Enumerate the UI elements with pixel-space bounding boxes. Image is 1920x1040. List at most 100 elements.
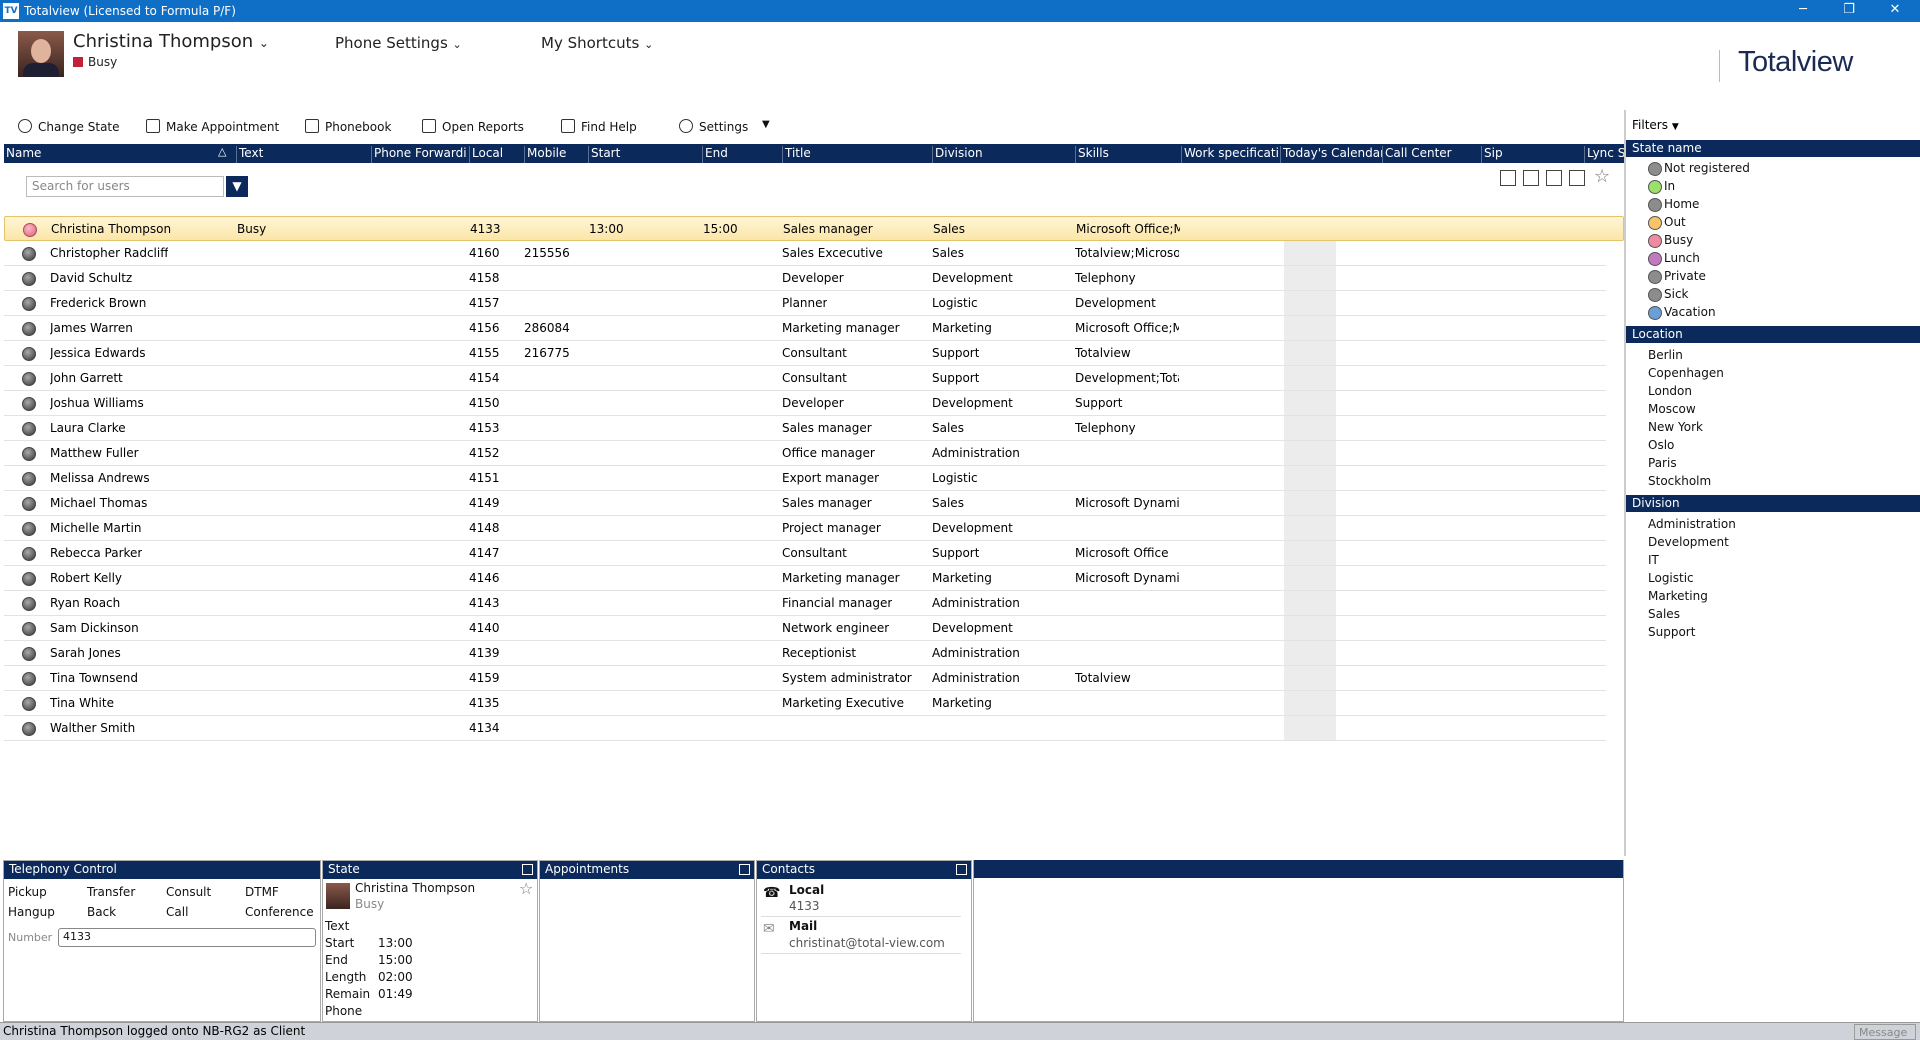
- filter-item[interactable]: Oslo: [1648, 438, 1674, 452]
- number-input[interactable]: 4133: [58, 928, 316, 947]
- filter-item[interactable]: Private: [1664, 269, 1706, 283]
- table-row[interactable]: Jessica Edwards 4155 216775 Consultant Suppo…: [4, 341, 1606, 366]
- column-header-end[interactable]: End: [702, 146, 782, 163]
- table-row[interactable]: David Schultz 4158 Developer Development Tel…: [4, 266, 1606, 291]
- filter-icon[interactable]: ▼: [226, 176, 248, 197]
- table-row[interactable]: Michelle Martin 4148 Project manager Develo…: [4, 516, 1606, 541]
- table-row[interactable]: Matthew Fuller 4152 Office manager Administ…: [4, 441, 1606, 466]
- table-row[interactable]: John Garrett 4154 Consultant Support Develop…: [4, 366, 1606, 391]
- filter-item[interactable]: Logistic: [1648, 571, 1694, 585]
- filter-item[interactable]: Home: [1664, 197, 1699, 211]
- filter-item[interactable]: Copenhagen: [1648, 366, 1724, 380]
- sort-ascending-icon[interactable]: △: [218, 145, 226, 158]
- phone-settings-menu[interactable]: Phone Settings ⌄: [335, 34, 462, 52]
- table-row[interactable]: James Warren 4156 286084 Marketing manager M…: [4, 316, 1606, 341]
- filter-item[interactable]: Sales: [1648, 607, 1680, 621]
- table-row[interactable]: Laura Clarke 4153 Sales manager Sales Teleph…: [4, 416, 1606, 441]
- consult-button[interactable]: Consult: [166, 885, 211, 899]
- contact-local-value[interactable]: 4133: [789, 899, 820, 913]
- presence-status-icon: [22, 522, 36, 536]
- user-name-menu[interactable]: Christina Thompson ⌄: [73, 31, 269, 52]
- filter-item[interactable]: Paris: [1648, 456, 1677, 470]
- table-row[interactable]: Christopher Radcliff 4160 215556 Sales Exce…: [4, 241, 1606, 266]
- column-header-phone-forwardi[interactable]: Phone Forwardi: [371, 146, 469, 163]
- table-row[interactable]: Tina White 4135 Marketing Executive Marketi…: [4, 691, 1606, 716]
- column-header-sip[interactable]: Sip: [1481, 146, 1584, 163]
- filter-item[interactable]: New York: [1648, 420, 1703, 434]
- hangup-button[interactable]: Hangup: [8, 905, 55, 919]
- maximize-icon[interactable]: [739, 864, 750, 875]
- filter-item[interactable]: In: [1664, 179, 1675, 193]
- filter-item[interactable]: Sick: [1664, 287, 1689, 301]
- table-row[interactable]: Joshua Williams 4150 Developer Development S…: [4, 391, 1606, 416]
- filter-item[interactable]: Marketing: [1648, 589, 1708, 603]
- filter-item[interactable]: Vacation: [1664, 305, 1716, 319]
- filter-item[interactable]: Stockholm: [1648, 474, 1711, 488]
- column-header-skills[interactable]: Skills: [1075, 146, 1181, 163]
- list-view-icon[interactable]: [1500, 170, 1516, 186]
- open-reports-button[interactable]: Open Reports: [422, 119, 524, 134]
- restore-button[interactable]: ❐: [1826, 0, 1872, 22]
- table-row[interactable]: Walther Smith 4134: [4, 716, 1606, 741]
- column-header-text[interactable]: Text: [236, 146, 371, 163]
- filter-item[interactable]: Administration: [1648, 517, 1736, 531]
- table-row[interactable]: Melissa Andrews 4151 Export manager Logisti…: [4, 466, 1606, 491]
- conference-button[interactable]: Conference: [245, 905, 314, 919]
- table-row[interactable]: Sarah Jones 4139 Receptionist Administratio…: [4, 641, 1606, 666]
- find-help-button[interactable]: Find Help: [561, 119, 637, 134]
- column-header-call-center[interactable]: Call Center: [1382, 146, 1481, 163]
- table-row[interactable]: Frederick Brown 4157 Planner Logistic Develo…: [4, 291, 1606, 316]
- column-header-title[interactable]: Title: [782, 146, 932, 163]
- column-header-division[interactable]: Division: [932, 146, 1075, 163]
- filters-dropdown[interactable]: Filters ▼: [1632, 118, 1679, 132]
- column-header-name[interactable]: Name: [4, 146, 236, 163]
- my-shortcuts-menu[interactable]: My Shortcuts ⌄: [541, 34, 653, 52]
- table-row[interactable]: Robert Kelly 4146 Marketing manager Marketi…: [4, 566, 1606, 591]
- back-button[interactable]: Back: [87, 905, 116, 919]
- table-row[interactable]: Christina Thompson Busy 4133 13:00 15:00 Sale…: [4, 216, 1624, 241]
- column-header-work-specificati[interactable]: Work specificati: [1181, 146, 1280, 163]
- column-header-lync-st[interactable]: Lync St: [1584, 146, 1624, 163]
- card-view-icon[interactable]: [1546, 170, 1562, 186]
- filter-item[interactable]: Busy: [1664, 233, 1693, 247]
- toolbar-more-dropdown[interactable]: ▼: [762, 119, 770, 130]
- pickup-button[interactable]: Pickup: [8, 885, 47, 899]
- filter-item[interactable]: Moscow: [1648, 402, 1696, 416]
- avatar[interactable]: [18, 31, 64, 77]
- search-input[interactable]: Search for users: [26, 176, 224, 197]
- table-row[interactable]: Tina Townsend 4159 System administrator Adm…: [4, 666, 1606, 691]
- favorite-star-icon[interactable]: ☆: [1594, 166, 1610, 187]
- filter-item[interactable]: Development: [1648, 535, 1729, 549]
- column-header-mobile[interactable]: Mobile: [524, 146, 588, 163]
- maximize-icon[interactable]: [956, 864, 967, 875]
- filter-item[interactable]: Support: [1648, 625, 1695, 639]
- grid-view-icon[interactable]: [1523, 170, 1539, 186]
- filter-item[interactable]: Out: [1664, 215, 1686, 229]
- table-row[interactable]: Ryan Roach 4143 Financial manager Administr…: [4, 591, 1606, 616]
- transfer-button[interactable]: Transfer: [87, 885, 135, 899]
- close-button[interactable]: ✕: [1872, 0, 1918, 22]
- filter-item[interactable]: IT: [1648, 553, 1659, 567]
- make-appointment-button[interactable]: Make Appointment: [146, 119, 279, 134]
- filter-item[interactable]: London: [1648, 384, 1692, 398]
- detail-view-icon[interactable]: [1569, 170, 1585, 186]
- call-button[interactable]: Call: [166, 905, 188, 919]
- minimize-button[interactable]: ─: [1780, 0, 1826, 22]
- change-state-button[interactable]: Change State: [18, 119, 120, 134]
- column-header-today-s-calendar[interactable]: Today's Calendar: [1280, 146, 1382, 163]
- filter-item[interactable]: Berlin: [1648, 348, 1683, 362]
- contact-mail-value[interactable]: christinat@total-view.com: [789, 936, 945, 950]
- maximize-icon[interactable]: [522, 864, 533, 875]
- favorite-star-icon[interactable]: ☆: [519, 879, 533, 898]
- table-row[interactable]: Rebecca Parker 4147 Consultant Support Micro…: [4, 541, 1606, 566]
- column-header-local[interactable]: Local: [469, 146, 524, 163]
- column-header-start[interactable]: Start: [588, 146, 702, 163]
- settings-button[interactable]: Settings: [679, 119, 748, 134]
- message-input[interactable]: Message: [1854, 1024, 1916, 1040]
- filter-item[interactable]: Lunch: [1664, 251, 1700, 265]
- filter-item[interactable]: Not registered: [1664, 161, 1750, 175]
- dtmf-button[interactable]: DTMF: [245, 885, 279, 899]
- table-row[interactable]: Michael Thomas 4149 Sales manager Sales Micr…: [4, 491, 1606, 516]
- phonebook-button[interactable]: Phonebook: [305, 119, 391, 134]
- table-row[interactable]: Sam Dickinson 4140 Network engineer Develop…: [4, 616, 1606, 641]
